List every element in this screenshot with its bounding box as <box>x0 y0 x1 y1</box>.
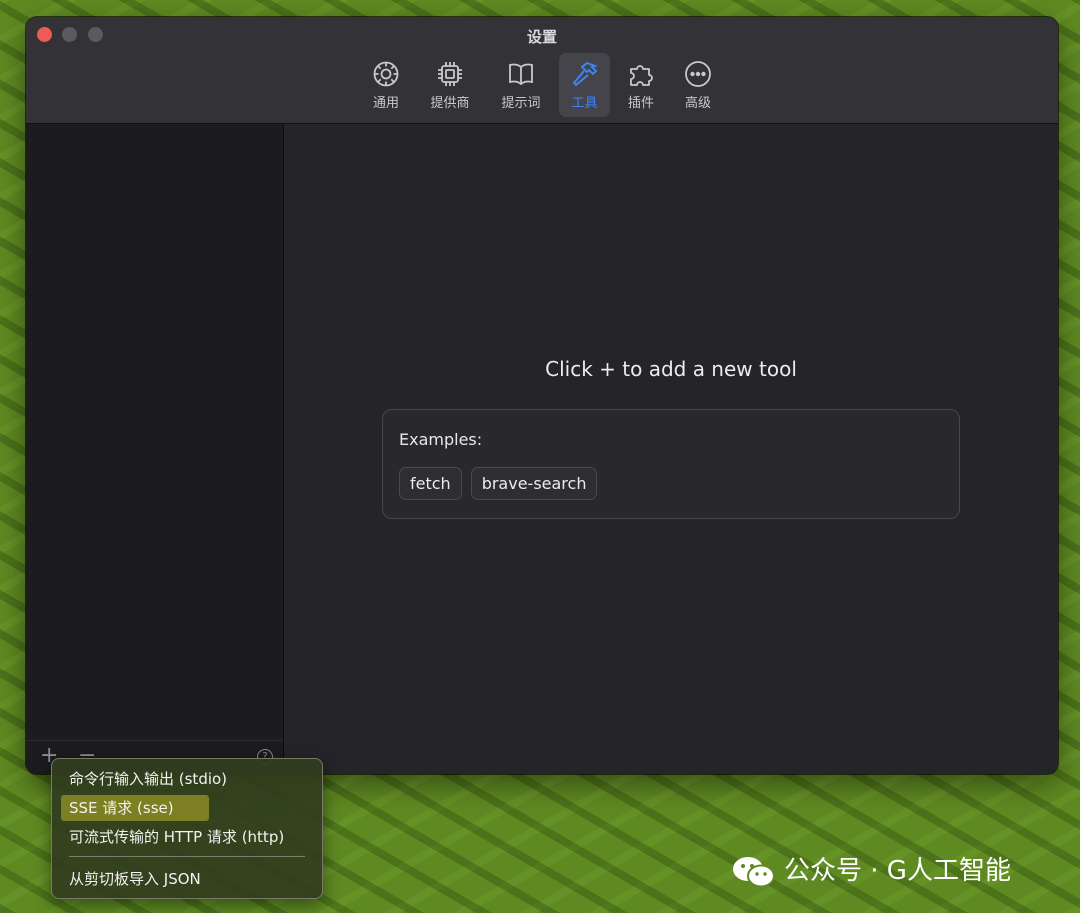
menu-item-http[interactable]: 可流式传输的 HTTP 请求 (http) <box>61 824 309 850</box>
tab-tools[interactable]: 工具 <box>559 53 610 117</box>
example-chip-fetch[interactable]: fetch <box>399 467 462 500</box>
tab-prompts[interactable]: 提示词 <box>492 53 550 117</box>
menu-separator <box>69 856 305 857</box>
tab-providers-label: 提供商 <box>430 96 470 111</box>
tab-general[interactable]: 通用 <box>362 53 410 117</box>
examples-title: Examples: <box>399 430 483 449</box>
menu-item-stdio[interactable]: 命令行输入输出 (stdio) <box>61 766 309 792</box>
ellipsis-circle-icon <box>685 61 711 87</box>
tab-plugins-label: 插件 <box>627 96 654 111</box>
tab-tools-label: 工具 <box>571 96 598 111</box>
add-tool-menu: 命令行输入输出 (stdio) SSE 请求 (sse) 可流式传输的 HTTP… <box>51 758 323 899</box>
tool-detail-pane: Click + to add a new tool Examples: fetc… <box>284 124 1058 774</box>
tab-advanced-label: 高级 <box>684 96 711 111</box>
watermark: 公众号 · G人工智能 <box>732 851 1011 891</box>
empty-state-hint: Click + to add a new tool <box>545 357 797 381</box>
watermark-text: 公众号 · G人工智能 <box>784 856 1011 886</box>
examples-panel: Examples: fetch brave-search <box>382 409 960 519</box>
examples-list: fetch brave-search <box>399 467 606 500</box>
tab-prompts-label: 提示词 <box>501 96 541 111</box>
menu-item-sse[interactable]: SSE 请求 (sse) <box>61 795 209 821</box>
wechat-icon <box>733 856 775 887</box>
window-title: 设置 <box>526 28 557 46</box>
book-icon <box>509 63 533 86</box>
gear-icon <box>373 61 399 87</box>
tab-general-label: 通用 <box>372 96 399 111</box>
tab-advanced[interactable]: 高级 <box>676 53 720 117</box>
tools-sidebar: + − ? <box>26 124 284 774</box>
settings-toolbar: 通用 提供商 提示词 工具 插件 高级 <box>26 53 1058 117</box>
settings-window: 设置 通用 提供商 提示词 工具 插件 高级 + − ? Click + to … <box>26 17 1058 774</box>
menu-item-import-json[interactable]: 从剪切板导入 JSON <box>61 866 309 892</box>
hammer-icon <box>572 61 598 87</box>
puzzle-icon <box>630 65 653 86</box>
titlebar: 设置 通用 提供商 提示词 工具 插件 高级 <box>26 17 1058 124</box>
tab-providers[interactable]: 提供商 <box>423 53 477 117</box>
example-chip-brave-search[interactable]: brave-search <box>470 467 598 500</box>
tab-plugins[interactable]: 插件 <box>618 53 664 117</box>
chip-icon <box>438 62 462 86</box>
